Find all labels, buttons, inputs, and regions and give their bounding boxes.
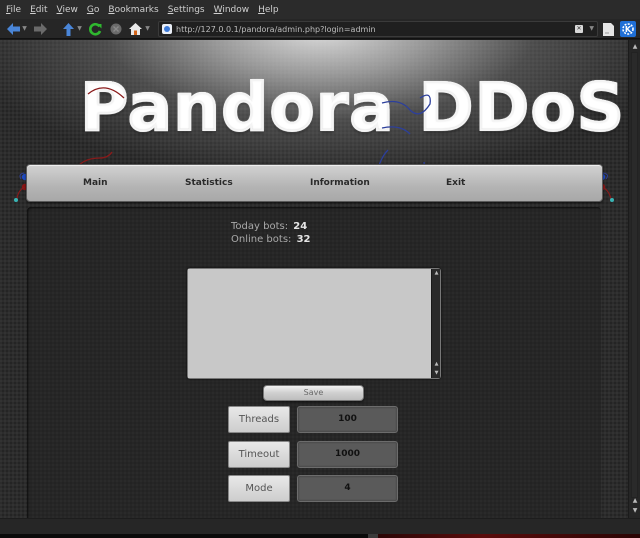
page-scrollbar[interactable]: ▲ ▲ ▼ (628, 40, 640, 518)
home-icon[interactable] (128, 22, 142, 36)
menu-edit[interactable]: Edit (30, 5, 47, 15)
scroll-up-arrow-icon[interactable]: ▲ (631, 496, 639, 505)
nav-exit[interactable]: Exit (446, 165, 465, 203)
today-bots-value: 24 (293, 221, 308, 232)
page-viewport: Pandora DDoS Main Statistics Information… (0, 40, 628, 518)
svg-text:K: K (625, 25, 632, 34)
back-history-dropdown[interactable]: ▼ (21, 25, 28, 32)
targets-textarea-container: ▲ ▲ ▼ (187, 268, 441, 379)
taskbar-active-item[interactable] (378, 534, 640, 538)
threads-label-button[interactable]: Threads (228, 406, 290, 433)
main-nav: Main Statistics Information Exit (26, 164, 603, 202)
menu-file[interactable]: File (6, 5, 21, 15)
today-bots-label: Today bots: (231, 221, 289, 232)
today-bots-row: Today bots: 24 (231, 220, 311, 233)
bookmark-page-icon[interactable] (601, 22, 615, 36)
menu-window[interactable]: Window (214, 5, 250, 15)
scroll-up-arrow-icon[interactable]: ▲ (631, 42, 639, 51)
menu-view[interactable]: View (57, 5, 78, 15)
threads-value-field[interactable]: 100 (297, 406, 398, 433)
online-bots-label: Online bots: (231, 234, 292, 245)
textarea-scrollbar[interactable]: ▲ ▲ ▼ (431, 269, 440, 378)
nav-statistics[interactable]: Statistics (185, 165, 233, 203)
scroll-up-arrow-icon[interactable]: ▲ (433, 270, 440, 277)
taskbar-item[interactable] (368, 534, 378, 538)
menu-bookmarks[interactable]: Bookmarks (108, 5, 158, 15)
scroll-down-arrow-icon[interactable]: ▼ (433, 370, 440, 377)
menu-bar: File Edit View Go Bookmarks Settings Win… (0, 0, 640, 19)
nav-information[interactable]: Information (310, 165, 370, 203)
bot-stats: Today bots: 24 Online bots: 32 (231, 220, 311, 246)
up-dropdown[interactable]: ▼ (76, 25, 83, 32)
mode-label-button[interactable]: Mode (228, 475, 290, 502)
navigation-toolbar: ▼ ▼ ▼ http://127.0.0.1/pandora/admin.php… (0, 19, 640, 39)
scroll-down-arrow-icon[interactable]: ▼ (631, 506, 639, 515)
scrollbar-track[interactable] (631, 52, 638, 498)
location-bar[interactable]: http://127.0.0.1/pandora/admin.php?login… (158, 21, 598, 37)
stop-icon[interactable] (109, 22, 123, 36)
timeout-value-field[interactable]: 1000 (297, 441, 398, 468)
up-arrow-icon[interactable] (61, 22, 75, 36)
url-history-dropdown[interactable]: ▼ (589, 25, 594, 32)
mode-value-field[interactable]: 4 (297, 475, 398, 502)
targets-textarea[interactable] (188, 269, 432, 378)
menu-settings[interactable]: Settings (168, 5, 205, 15)
url-text[interactable]: http://127.0.0.1/pandora/admin.php?login… (176, 25, 376, 34)
status-bar (0, 518, 640, 534)
online-bots-value: 32 (296, 234, 311, 245)
site-logo: Pandora DDoS (79, 68, 625, 148)
save-button[interactable]: Save (263, 385, 364, 401)
page-favicon-icon (162, 24, 172, 34)
kde-logo-icon[interactable]: K (620, 21, 636, 37)
back-arrow-icon[interactable] (6, 22, 20, 36)
forward-arrow-icon[interactable] (33, 22, 47, 36)
scroll-up-arrow-icon[interactable]: ▲ (433, 361, 440, 368)
online-bots-row: Online bots: 32 (231, 233, 311, 246)
menu-go[interactable]: Go (87, 5, 100, 15)
home-dropdown[interactable]: ▼ (144, 25, 151, 32)
menu-help[interactable]: Help (258, 5, 279, 15)
nav-main[interactable]: Main (83, 165, 108, 203)
logo-text: Pandora DDoS (79, 68, 626, 147)
clear-location-icon[interactable]: ✕ (575, 25, 583, 33)
reload-icon[interactable] (88, 22, 102, 36)
timeout-label-button[interactable]: Timeout (228, 441, 290, 468)
